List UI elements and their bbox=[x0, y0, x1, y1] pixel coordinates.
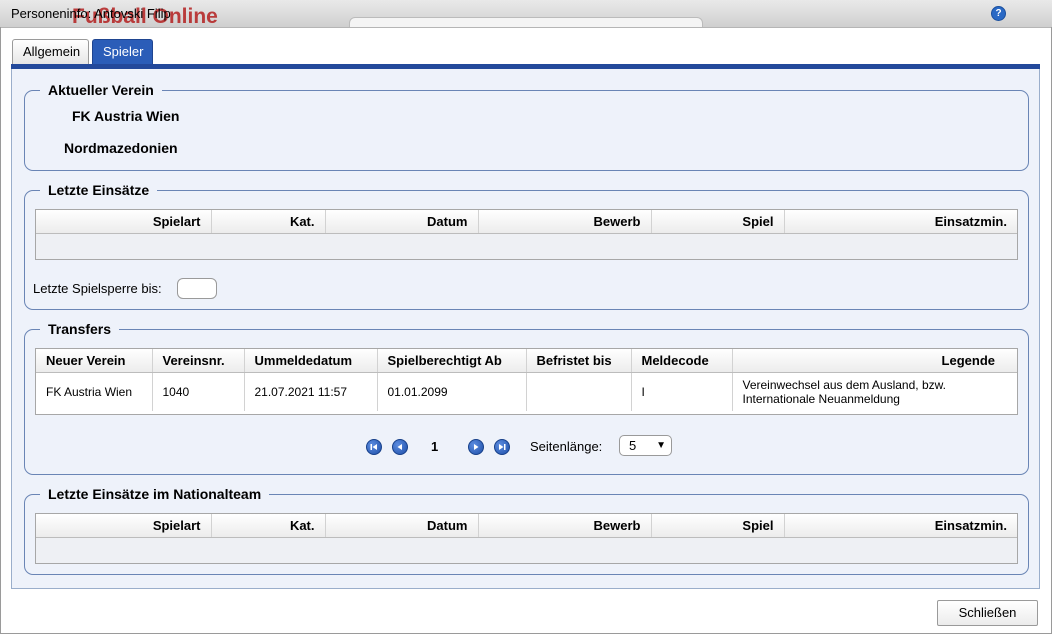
column-header-spiel[interactable]: Spiel bbox=[651, 210, 785, 234]
current-page: 1 bbox=[431, 439, 439, 454]
column-header-bewerb[interactable]: Bewerb bbox=[478, 210, 652, 234]
cell-legende: Vereinwechsel aus dem Ausland, bzw. Inte… bbox=[732, 372, 1017, 411]
cell-befristet-bis bbox=[526, 372, 632, 411]
aktueller-verein-legend: Aktueller Verein bbox=[48, 82, 154, 98]
next-page-icon[interactable] bbox=[468, 439, 484, 455]
column-header-kat[interactable]: Kat. bbox=[211, 210, 326, 234]
aktueller-verein-group: Aktueller Verein bbox=[24, 82, 1029, 171]
spielsperre-label: Letzte Spielsperre bis: bbox=[33, 281, 162, 296]
tab-allgemein[interactable]: Allgemein bbox=[12, 39, 89, 64]
table-header-row: Neuer Verein Vereinsnr. Ummeldedatum Spi… bbox=[36, 349, 1017, 373]
column-header-datum[interactable]: Datum bbox=[325, 210, 479, 234]
column-header-spielart[interactable]: Spielart bbox=[36, 514, 212, 538]
column-header-befristet-bis[interactable]: Befristet bis bbox=[526, 349, 632, 373]
column-header-bewerb[interactable]: Bewerb bbox=[478, 514, 652, 538]
nationalteam-table: Spielart Kat. Datum Bewerb Spiel Einsatz… bbox=[35, 513, 1018, 564]
cell-ummeldedatum: 21.07.2021 11:57 bbox=[244, 372, 378, 411]
letzte-einsaetze-table: Spielart Kat. Datum Bewerb Spiel Einsatz… bbox=[35, 209, 1018, 260]
page-size-value: 5 bbox=[629, 438, 637, 453]
cell-meldecode: I bbox=[631, 372, 733, 411]
first-page-icon[interactable] bbox=[366, 439, 382, 455]
column-header-datum[interactable]: Datum bbox=[325, 514, 479, 538]
column-header-spielart[interactable]: Spielart bbox=[36, 210, 212, 234]
tab-spieler[interactable]: Spieler bbox=[92, 39, 153, 64]
nationality: Nordmazedonien bbox=[64, 140, 178, 156]
table-header-row: Spielart Kat. Datum Bewerb Spiel Einsatz… bbox=[36, 210, 1017, 234]
transfers-table: Neuer Verein Vereinsnr. Ummeldedatum Spi… bbox=[35, 348, 1018, 415]
dialog-title: Personeninfo: Antovski Filip bbox=[11, 6, 171, 21]
cell-vereinsnr: 1040 bbox=[152, 372, 245, 411]
current-club: FK Austria Wien bbox=[72, 108, 180, 124]
table-header-row: Spielart Kat. Datum Bewerb Spiel Einsatz… bbox=[36, 514, 1017, 538]
cell-spielberechtigt-ab: 01.01.2099 bbox=[377, 372, 527, 411]
previous-page-icon[interactable] bbox=[392, 439, 408, 455]
dialog-titlebar: Fußball Online Personeninfo: Antovski Fi… bbox=[0, 0, 1052, 28]
spielsperre-field[interactable] bbox=[177, 278, 217, 299]
column-header-spielberechtigt-ab[interactable]: Spielberechtigt Ab bbox=[377, 349, 527, 373]
page-size-select[interactable]: 5 ▼ bbox=[619, 435, 672, 456]
nationalteam-legend: Letzte Einsätze im Nationalteam bbox=[48, 486, 262, 502]
column-header-neuer-verein[interactable]: Neuer Verein bbox=[36, 349, 153, 373]
last-page-icon[interactable] bbox=[494, 439, 510, 455]
chevron-down-icon: ▼ bbox=[656, 440, 666, 451]
column-header-spiel[interactable]: Spiel bbox=[651, 514, 785, 538]
letzte-einsaetze-legend: Letzte Einsätze bbox=[48, 182, 150, 198]
column-header-legende[interactable]: Legende bbox=[732, 349, 1017, 373]
transfers-legend: Transfers bbox=[48, 321, 112, 337]
question-icon[interactable]: ? bbox=[991, 6, 1006, 21]
column-header-kat[interactable]: Kat. bbox=[211, 514, 326, 538]
close-button[interactable]: Schließen bbox=[937, 600, 1038, 626]
column-header-einsatzmin[interactable]: Einsatzmin. bbox=[784, 514, 1017, 538]
column-header-ummeldedatum[interactable]: Ummeldedatum bbox=[244, 349, 378, 373]
column-header-meldecode[interactable]: Meldecode bbox=[631, 349, 733, 373]
table-row[interactable]: FK Austria Wien 1040 21.07.2021 11:57 01… bbox=[36, 372, 1017, 411]
column-header-vereinsnr[interactable]: Vereinsnr. bbox=[152, 349, 245, 373]
page-size-label: Seitenlänge: bbox=[530, 439, 603, 454]
column-header-einsatzmin[interactable]: Einsatzmin. bbox=[784, 210, 1017, 234]
cell-neuer-verein: FK Austria Wien bbox=[36, 372, 153, 411]
